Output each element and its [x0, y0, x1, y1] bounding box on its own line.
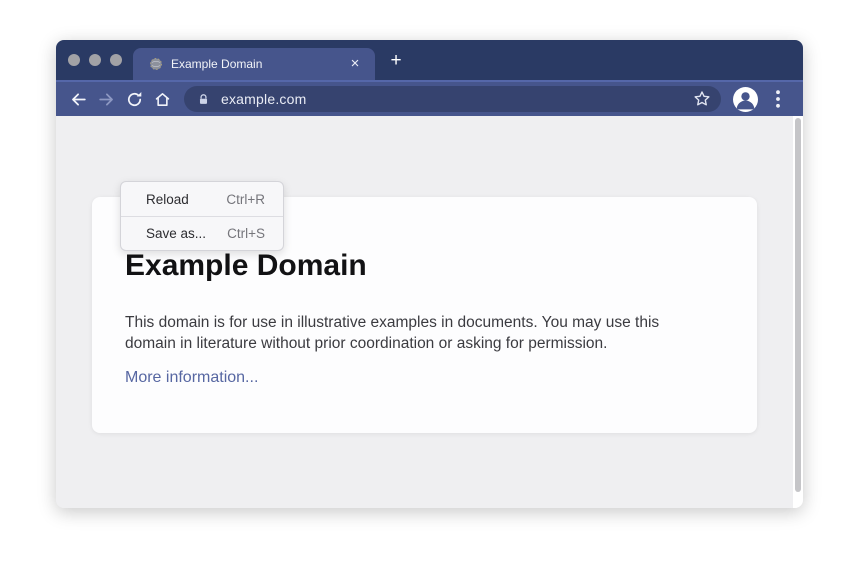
reload-button[interactable]: [120, 85, 148, 113]
browser-window: Example Domain × +: [56, 40, 803, 508]
address-bar[interactable]: example.com: [184, 86, 721, 112]
more-information-link[interactable]: More information...: [125, 369, 258, 387]
tab-example-domain[interactable]: Example Domain ×: [133, 48, 375, 80]
toolbar: example.com: [56, 80, 803, 116]
home-button[interactable]: [148, 85, 176, 113]
forward-arrow-icon: [97, 90, 116, 109]
titlebar: Example Domain × +: [56, 40, 803, 80]
person-icon: [733, 87, 758, 112]
window-close-button[interactable]: [68, 54, 80, 66]
back-arrow-icon: [69, 90, 88, 109]
context-menu-item-reload[interactable]: Reload Ctrl+R: [121, 182, 283, 216]
reload-icon: [125, 90, 144, 109]
scrollbar-thumb[interactable]: [795, 118, 801, 492]
lock-icon: [197, 93, 210, 106]
new-tab-button[interactable]: +: [386, 51, 406, 71]
context-menu: Reload Ctrl+R Save as... Ctrl+S: [120, 181, 284, 251]
url-text: example.com: [221, 91, 306, 107]
browser-menu-button[interactable]: [767, 87, 789, 111]
menu-item-label: Save as...: [146, 226, 206, 241]
tab-title: Example Domain: [171, 57, 347, 71]
page-title: Example Domain: [125, 249, 717, 284]
back-button[interactable]: [64, 85, 92, 113]
traffic-lights: [68, 54, 122, 66]
menu-item-shortcut: Ctrl+S: [227, 226, 265, 241]
window-maximize-button[interactable]: [110, 54, 122, 66]
menu-item-label: Reload: [146, 192, 189, 207]
context-menu-item-save-as[interactable]: Save as... Ctrl+S: [121, 216, 283, 250]
menu-item-shortcut: Ctrl+R: [226, 192, 265, 207]
forward-button[interactable]: [92, 85, 120, 113]
bookmark-star-button[interactable]: [692, 89, 712, 109]
window-minimize-button[interactable]: [89, 54, 101, 66]
scrollbar-track: [793, 116, 803, 508]
tab-close-icon[interactable]: ×: [347, 56, 363, 72]
home-icon: [153, 90, 172, 109]
page-viewport: Example Domain This domain is for use in…: [56, 116, 803, 508]
globe-favicon-icon: [149, 57, 163, 71]
page-paragraph: This domain is for use in illustrative e…: [125, 312, 711, 355]
profile-avatar-button[interactable]: [733, 87, 758, 112]
vertical-dots-icon: [775, 89, 781, 109]
star-icon: [692, 89, 712, 109]
